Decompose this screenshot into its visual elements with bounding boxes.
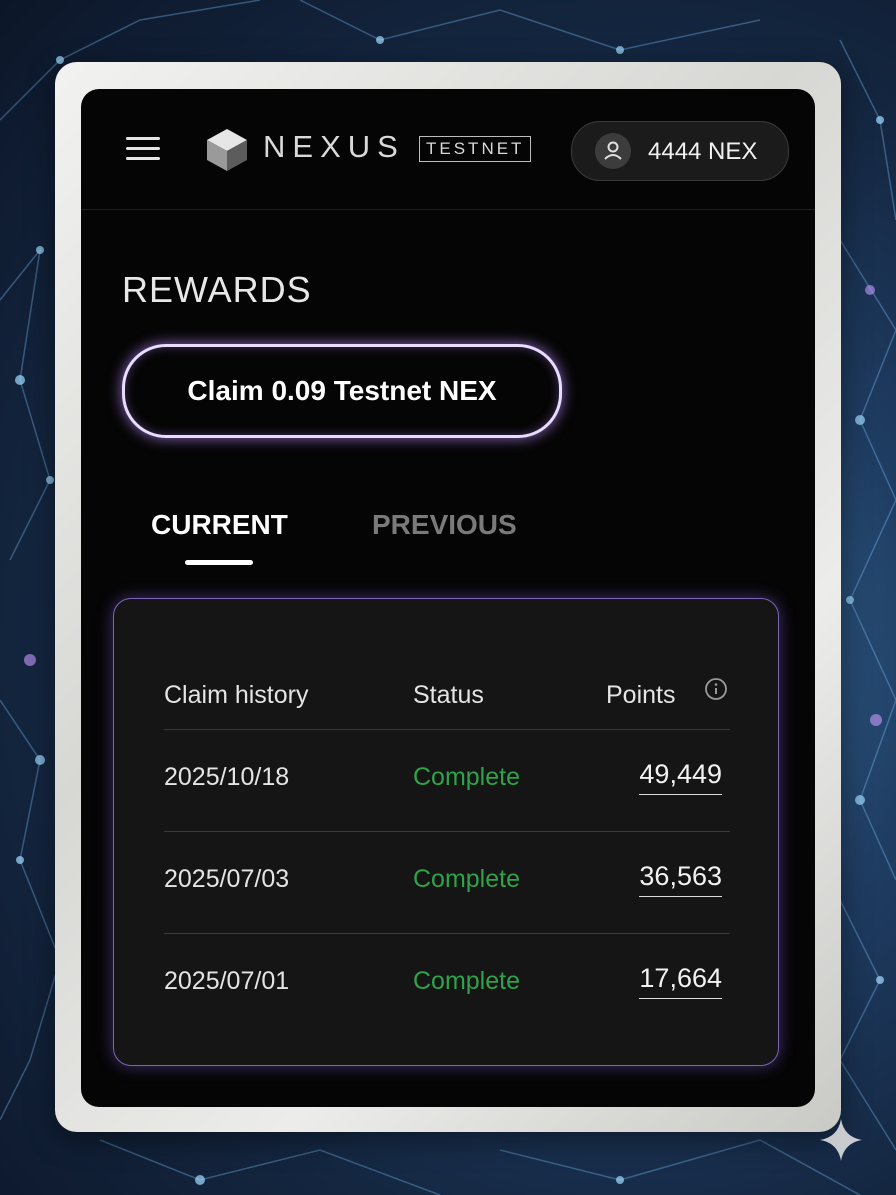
table-row: 2025/07/01 Complete 17,664: [114, 933, 778, 1035]
claim-history-card: Claim history Status Points 2025/10/18 C…: [113, 598, 779, 1066]
table-row: 2025/10/18 Complete 49,449: [114, 729, 778, 831]
status-text: Complete: [413, 967, 520, 995]
status-text: Complete: [413, 865, 520, 893]
tab-current[interactable]: CURRENT: [151, 509, 288, 541]
column-header-status: Status: [413, 681, 484, 709]
top-navigation-bar: NEXUS TESTNET 4444 NEX: [81, 89, 815, 210]
points-link[interactable]: 17,664: [639, 963, 722, 999]
network-badge: TESTNET: [419, 136, 532, 162]
column-header-points: Points: [606, 681, 676, 709]
wallet-balance-button[interactable]: 4444 NEX: [571, 121, 789, 181]
brand-name: NEXUS: [263, 129, 405, 164]
points-link[interactable]: 49,449: [639, 759, 722, 795]
claim-date: 2025/10/18: [164, 763, 290, 791]
column-header-claim-history: Claim history: [164, 681, 309, 709]
cube-logo-icon: [207, 129, 247, 171]
points-link[interactable]: 36,563: [639, 861, 722, 897]
tab-previous[interactable]: PREVIOUS: [372, 509, 517, 541]
balance-amount: 4444 NEX: [648, 138, 758, 165]
status-text: Complete: [413, 763, 520, 791]
sparkle-icon: [820, 1119, 862, 1161]
avatar: [595, 133, 631, 169]
user-icon: [604, 141, 622, 160]
claim-rewards-button[interactable]: Claim 0.09 Testnet NEX: [122, 344, 562, 438]
table-row: 2025/07/03 Complete 36,563: [114, 831, 778, 933]
menu-icon[interactable]: [126, 137, 160, 161]
claim-date: 2025/07/01: [164, 967, 290, 995]
active-tab-indicator: [185, 560, 253, 565]
app-screen: NEXUS TESTNET 4444 NEX REWARDS Claim 0.0…: [81, 89, 815, 1107]
info-icon[interactable]: [704, 677, 728, 701]
page-title: REWARDS: [122, 269, 312, 310]
claim-date: 2025/07/03: [164, 865, 290, 893]
